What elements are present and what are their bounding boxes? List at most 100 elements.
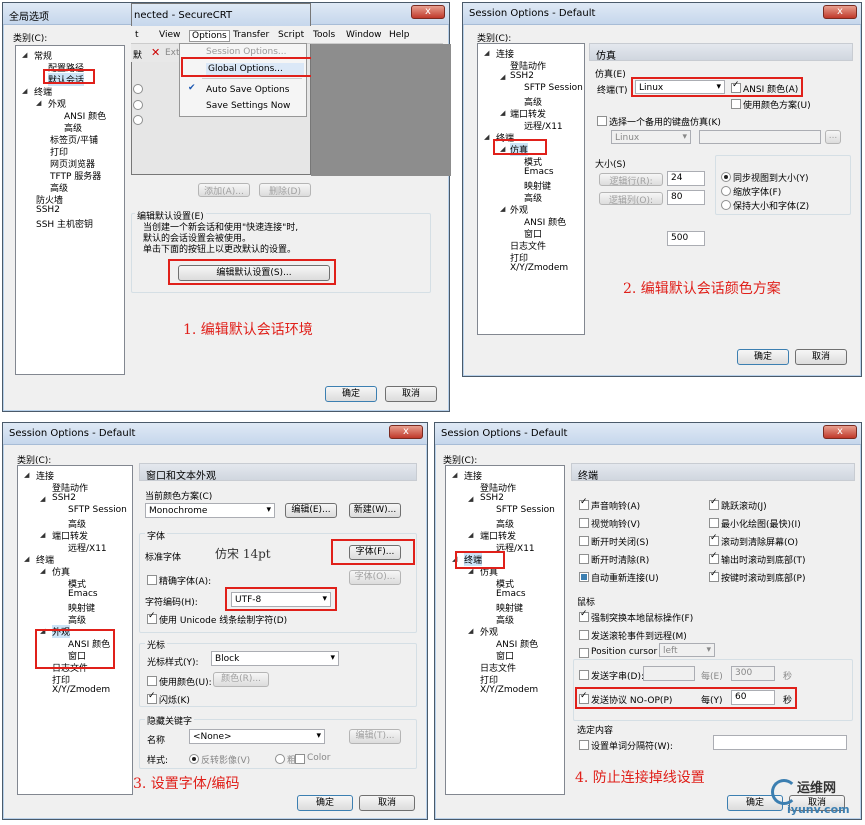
- expand-arrow-icon[interactable]: ◢: [500, 205, 505, 213]
- tree-item-emacs[interactable]: Emacs: [524, 167, 554, 177]
- tree-item-ssh-host-keys[interactable]: SSH 主机密钥: [36, 217, 93, 230]
- ok-button[interactable]: 确定: [325, 386, 377, 402]
- cancel-button[interactable]: 取消: [795, 349, 847, 365]
- word-delim-checkbox[interactable]: 设置单词分隔符(W):: [579, 739, 673, 752]
- menu-item-save-settings[interactable]: Save Settings Now: [206, 101, 290, 111]
- menu-item-session-options[interactable]: Session Options...: [206, 47, 287, 57]
- position-cursor-checkbox[interactable]: Position cursor on: [579, 647, 671, 658]
- expand-arrow-icon[interactable]: ◢: [500, 73, 505, 81]
- menu-options[interactable]: Options: [189, 30, 230, 42]
- send-string-input[interactable]: [643, 666, 695, 681]
- visual-bell-checkbox[interactable]: 视觉响铃(V): [579, 517, 640, 530]
- force-local-mouse-checkbox[interactable]: 强制突换本地鼠标操作(F): [579, 609, 693, 624]
- menu-transfer[interactable]: Transfer: [233, 30, 269, 40]
- tree-item-ssh2[interactable]: SSH2: [480, 493, 504, 503]
- tree-item-sftp-session[interactable]: SFTP Session: [496, 505, 555, 515]
- expand-arrow-icon[interactable]: ◢: [500, 109, 505, 117]
- expand-arrow-icon[interactable]: ◢: [468, 495, 473, 503]
- auto-reconnect-checkbox[interactable]: 自动重新连接(U): [579, 571, 659, 584]
- alt-keyboard-path[interactable]: [699, 130, 821, 144]
- menu-t[interactable]: t: [135, 30, 139, 40]
- menu-view[interactable]: View: [159, 30, 180, 40]
- close-on-disconnect-checkbox[interactable]: 断开时关闭(S): [579, 535, 649, 548]
- color-button[interactable]: 颜色(R)...: [213, 672, 269, 687]
- menu-script[interactable]: Script: [278, 30, 304, 40]
- scrollback-input[interactable]: 500: [667, 231, 705, 246]
- minimize-drawing-checkbox[interactable]: 最小化绘图(最快)(I): [709, 517, 801, 530]
- alt-keyboard-checkbox[interactable]: 选择一个备用的键盘仿真(K): [597, 115, 721, 128]
- browse-button[interactable]: ...: [825, 130, 841, 144]
- color-checkbox[interactable]: Color: [295, 753, 331, 764]
- font-o-button[interactable]: 字体(O)...: [349, 570, 401, 585]
- use-color-scheme-checkbox[interactable]: 使用颜色方案(U): [731, 98, 811, 111]
- delete-button[interactable]: 删除(D): [259, 183, 311, 197]
- send-string-checkbox[interactable]: 发送字串(D):: [579, 669, 644, 682]
- reverse-radio[interactable]: 反转影像(V): [189, 753, 250, 766]
- add-button[interactable]: 添加(A)...: [198, 183, 250, 197]
- cursor-style-select[interactable]: Block: [211, 651, 339, 666]
- tree-item-ssh2[interactable]: SSH2: [52, 493, 76, 503]
- tree-item-xyzmodem[interactable]: X/Y/Zmodem: [510, 263, 568, 273]
- expand-arrow-icon[interactable]: ◢: [468, 627, 473, 635]
- close-button[interactable]: x: [823, 425, 857, 439]
- close-button[interactable]: x: [411, 5, 445, 19]
- tree-item-remote-x11[interactable]: 远程/X11: [524, 119, 563, 132]
- sync-view-radio[interactable]: 同步视图到大小(Y): [721, 171, 809, 184]
- tree-item-emu-advanced[interactable]: 高级: [68, 613, 86, 626]
- use-color-checkbox[interactable]: 使用颜色(U):: [147, 675, 212, 688]
- clear-on-disconnect-checkbox[interactable]: 断开时清除(R): [579, 553, 649, 566]
- word-delim-input[interactable]: [713, 735, 847, 750]
- expand-arrow-icon[interactable]: ◢: [468, 531, 473, 539]
- ok-button[interactable]: 确定: [297, 795, 353, 811]
- expand-arrow-icon[interactable]: ◢: [24, 555, 29, 563]
- hotkey-name-select[interactable]: <None>: [189, 729, 325, 744]
- expand-arrow-icon[interactable]: ◢: [484, 133, 489, 141]
- expand-arrow-icon[interactable]: ◢: [22, 87, 27, 95]
- sound-bell-checkbox[interactable]: 声音响铃(A): [579, 497, 640, 512]
- tree-item-emacs[interactable]: Emacs: [496, 589, 526, 599]
- tree-item-remote-x11[interactable]: 远程/X11: [68, 541, 107, 554]
- tree-item-emacs[interactable]: Emacs: [68, 589, 98, 599]
- tree-item-xyzmodem[interactable]: X/Y/Zmodem: [480, 685, 538, 695]
- cancel-button[interactable]: 取消: [385, 386, 437, 402]
- precise-font-checkbox[interactable]: 精确字体(A):: [147, 574, 211, 587]
- close-button[interactable]: x: [389, 425, 423, 439]
- position-cursor-select[interactable]: left: [659, 643, 715, 657]
- cols-input[interactable]: 80: [667, 190, 705, 205]
- tree-item-sftp-session[interactable]: SFTP Session: [68, 505, 127, 515]
- expand-arrow-icon[interactable]: ◢: [24, 471, 29, 479]
- alt-keyboard-select[interactable]: Linux: [611, 130, 691, 144]
- tree-item-emu-advanced[interactable]: 高级: [496, 613, 514, 626]
- tree-item-ssh2[interactable]: SSH2: [510, 71, 534, 81]
- tree-item-sftp-session[interactable]: SFTP Session: [524, 83, 583, 93]
- edit-scheme-button[interactable]: 编辑(E)...: [285, 503, 337, 518]
- cancel-button[interactable]: 取消: [359, 795, 415, 811]
- expand-arrow-icon[interactable]: ◢: [40, 567, 45, 575]
- close-button[interactable]: x: [823, 5, 857, 19]
- ok-button[interactable]: 确定: [737, 349, 789, 365]
- menu-window[interactable]: Window: [346, 30, 382, 40]
- expand-arrow-icon[interactable]: ◢: [22, 51, 27, 59]
- new-scheme-button[interactable]: 新建(W)...: [349, 503, 401, 518]
- rows-input[interactable]: 24: [667, 171, 705, 186]
- scroll-output-checkbox[interactable]: 输出时滚动到底部(T): [709, 551, 806, 566]
- edit-hotkey-button[interactable]: 编辑(T)...: [349, 729, 401, 744]
- send-wheel-checkbox[interactable]: 发送滚轮事件到远程(M): [579, 629, 687, 642]
- send-string-interval[interactable]: 300: [731, 666, 775, 681]
- blink-checkbox[interactable]: 闪烁(K): [147, 691, 190, 706]
- scroll-keypress-checkbox[interactable]: 按键时滚动到底部(P): [709, 569, 805, 584]
- menu-help[interactable]: Help: [389, 30, 410, 40]
- tree-item-xyzmodem[interactable]: X/Y/Zmodem: [52, 685, 110, 695]
- color-scheme-select[interactable]: Monochrome: [145, 503, 275, 518]
- tree-item-ssh2[interactable]: SSH2: [36, 205, 60, 215]
- scale-font-radio[interactable]: 缩放字体(F): [721, 185, 781, 198]
- bold-radio[interactable]: 粗: [275, 753, 296, 766]
- keep-size-radio[interactable]: 保持大小和字体(Z): [721, 199, 809, 212]
- expand-arrow-icon[interactable]: ◢: [36, 99, 41, 107]
- expand-arrow-icon[interactable]: ◢: [40, 495, 45, 503]
- expand-arrow-icon[interactable]: ◢: [484, 49, 489, 57]
- close-icon[interactable]: ✕: [151, 46, 160, 59]
- scroll-clear-checkbox[interactable]: 滚动到清除屏幕(O): [709, 533, 798, 548]
- jump-scroll-checkbox[interactable]: 跳跃滚动(J): [709, 497, 767, 512]
- expand-arrow-icon[interactable]: ◢: [452, 471, 457, 479]
